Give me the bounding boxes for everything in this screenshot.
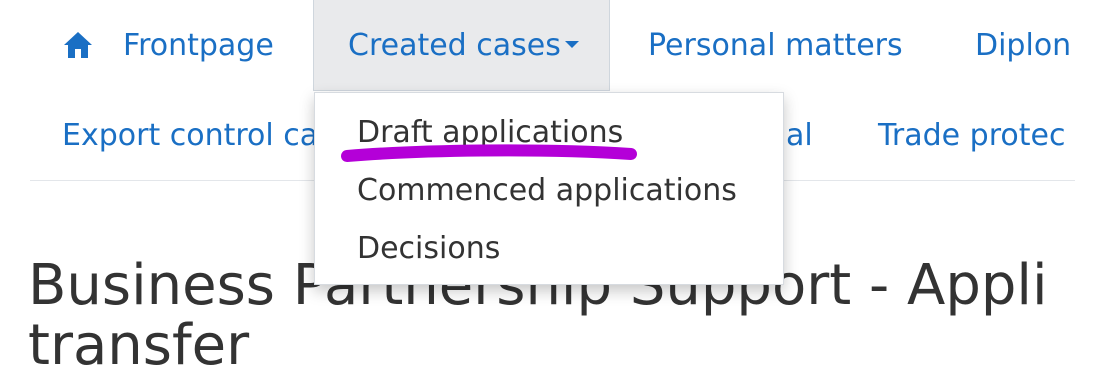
nav-export-control-link[interactable]: Export control ca (62, 116, 318, 156)
created-cases-dropdown-menu: Draft applications Commenced application… (314, 92, 784, 285)
home-icon[interactable] (62, 30, 94, 60)
page: Frontpage Created cases Personal matters… (0, 0, 1102, 377)
dropdown-item-commenced-applications[interactable]: Commenced applications (357, 171, 737, 211)
top-navigation-row-1: Frontpage Created cases Personal matters… (0, 0, 1102, 92)
caret-down-icon (564, 41, 579, 48)
nav-partial-link[interactable]: al (786, 116, 813, 156)
nav-frontpage-link[interactable]: Frontpage (123, 26, 274, 66)
nav-trade-protection-link[interactable]: Trade protec (878, 116, 1065, 156)
nav-personal-matters-link[interactable]: Personal matters (648, 26, 903, 66)
dropdown-item-decisions[interactable]: Decisions (357, 229, 500, 269)
page-title-line-2: transfer (28, 313, 250, 377)
highlight-marker-annotation (341, 144, 637, 162)
nav-diplomacy-link[interactable]: Diplon (975, 26, 1071, 66)
nav-created-cases-tab[interactable]: Created cases (313, 0, 610, 91)
nav-created-cases-label[interactable]: Created cases (348, 26, 579, 66)
